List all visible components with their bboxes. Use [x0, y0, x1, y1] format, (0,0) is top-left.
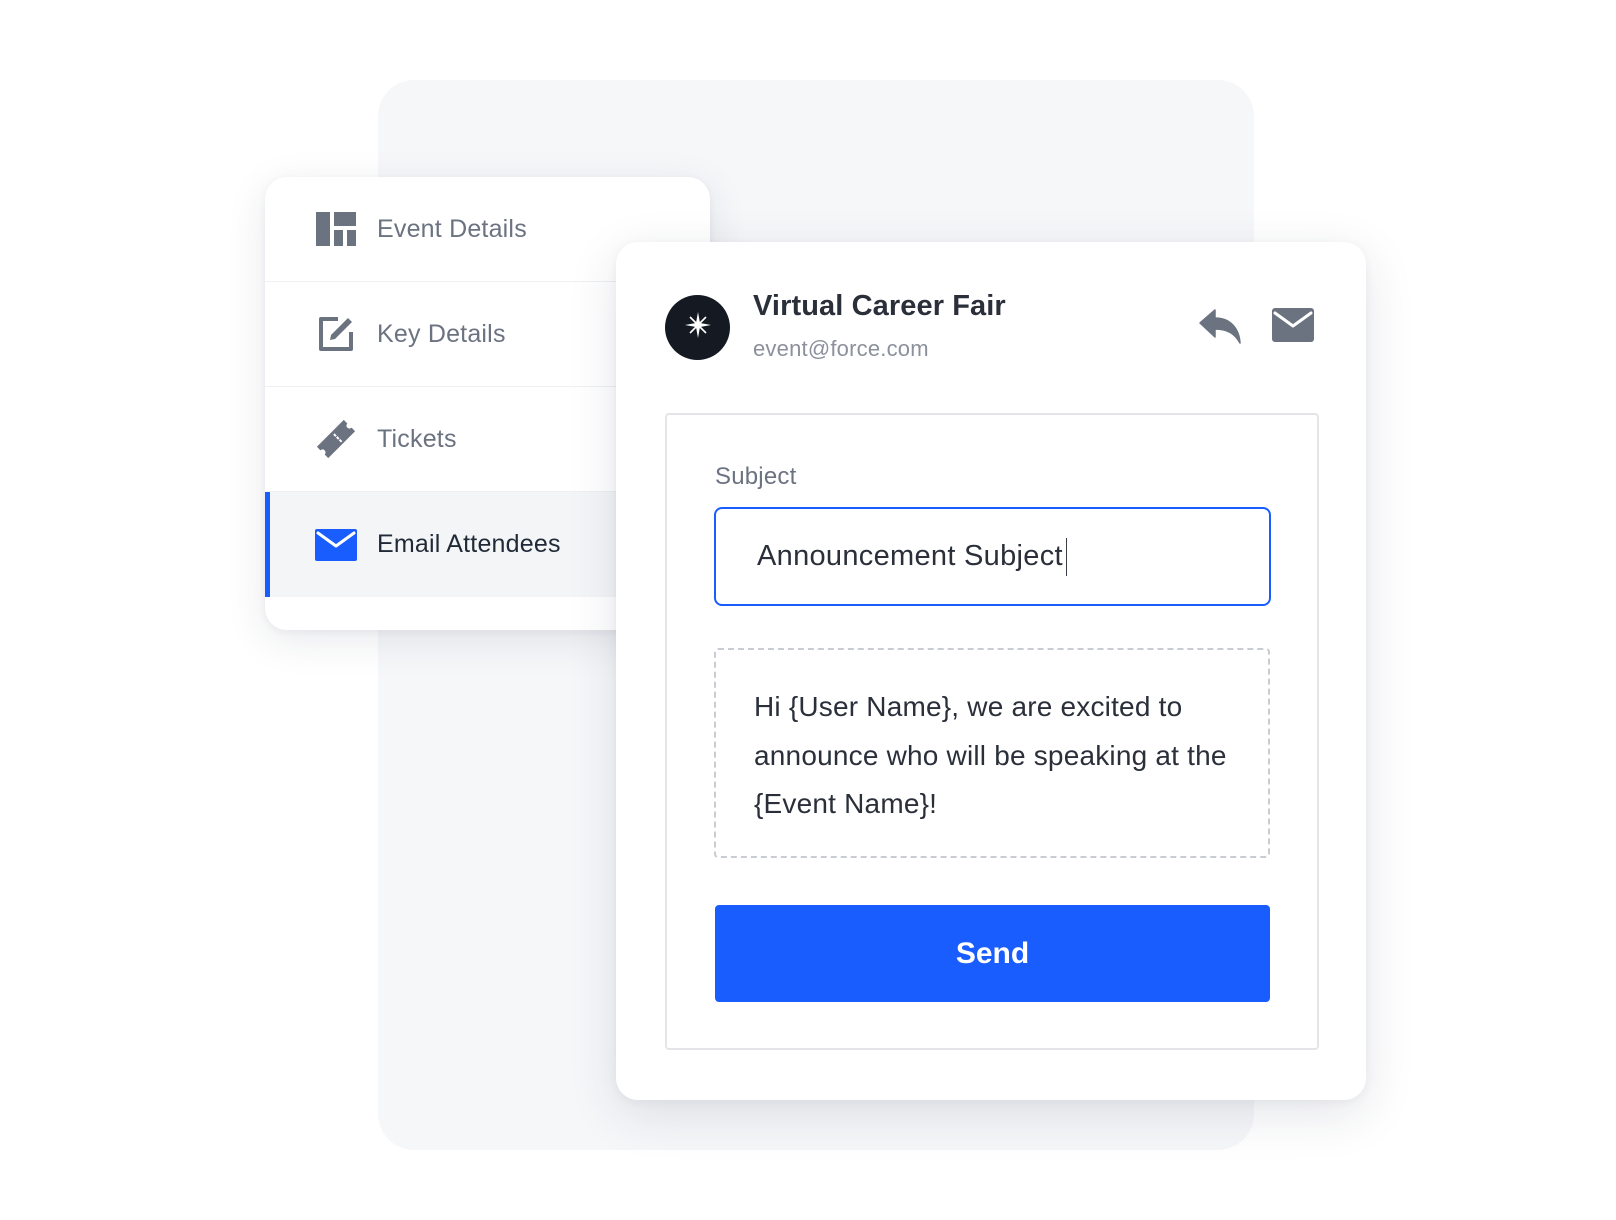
sidebar-item-label: Tickets	[377, 424, 457, 453]
avatar	[665, 295, 730, 360]
message-body[interactable]: Hi {User Name}, we are excited to announ…	[714, 648, 1270, 858]
subject-label: Subject	[715, 463, 797, 490]
sidebar-item-label: Email Attendees	[377, 530, 561, 558]
send-button[interactable]: Send	[715, 905, 1270, 1002]
compose-form: Subject Announcement Subject Hi {User Na…	[665, 413, 1319, 1050]
reply-icon	[1198, 309, 1242, 350]
email-composer: Virtual Career Fair event@force.com Subj…	[616, 242, 1366, 1100]
sidebar-item-label: Key Details	[377, 319, 506, 348]
subject-input[interactable]: Announcement Subject	[714, 507, 1271, 606]
sender-email: event@force.com	[753, 336, 929, 361]
star-icon	[683, 310, 713, 345]
dashboard-icon	[315, 208, 357, 250]
sidebar-item-label: Event Details	[377, 214, 527, 243]
envelope-icon	[1272, 308, 1314, 346]
envelope-icon	[315, 524, 357, 566]
subject-value: Announcement Subject	[757, 540, 1063, 572]
ticket-icon	[315, 418, 357, 460]
reply-button[interactable]	[1198, 308, 1242, 346]
mail-button[interactable]	[1272, 308, 1314, 342]
sender-name: Virtual Career Fair	[753, 290, 1006, 322]
text-caret	[1065, 537, 1067, 576]
edit-icon	[315, 313, 357, 355]
